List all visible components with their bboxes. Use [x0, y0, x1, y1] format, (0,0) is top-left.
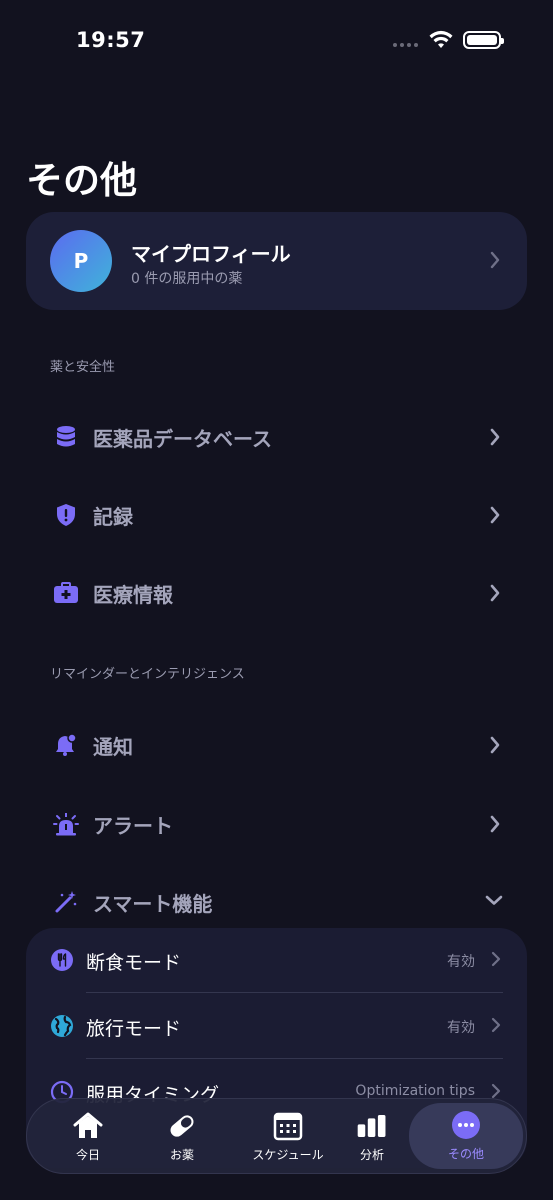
tab-label: 今日 — [75, 1148, 100, 1162]
shield-alert-icon — [52, 501, 80, 529]
menu-label: 医療情報 — [93, 583, 173, 607]
chevron-right-icon — [490, 584, 500, 602]
section-header-reminders: リマインダーとインテリジェンス — [50, 667, 245, 682]
chevron-right-icon — [490, 251, 500, 269]
menu-item-medical-info[interactable]: 医療情報 — [26, 561, 527, 621]
chevron-right-icon — [491, 951, 501, 967]
status-value: Optimization tips — [355, 1083, 475, 1099]
page-title: その他 — [26, 159, 137, 202]
chevron-down-icon — [485, 895, 503, 905]
profile-card[interactable]: P マイプロフィール 0 件の服用中の薬 — [26, 212, 527, 310]
status-bar: 19:57 — [0, 0, 553, 80]
menu-item-notifications[interactable]: 通知 — [26, 713, 527, 773]
tab-schedule[interactable]: スケジュール — [233, 1099, 343, 1175]
menu-item-smart-features[interactable]: スマート機能 — [26, 870, 527, 930]
battery-icon — [463, 31, 504, 49]
chevron-right-icon — [491, 1017, 501, 1033]
section-header-safety: 薬と安全性 — [50, 360, 116, 375]
avatar: P — [50, 230, 112, 292]
smart-item-fasting-mode[interactable]: 断食モード 有効 — [26, 928, 527, 994]
menu-label: 記録 — [93, 505, 133, 529]
more-icon — [450, 1110, 482, 1140]
smart-item-label: 旅行モード — [86, 1018, 182, 1040]
menu-label: スマート機能 — [93, 892, 213, 916]
wifi-icon — [429, 30, 453, 48]
signal-icon — [393, 43, 418, 47]
tab-label: お薬 — [169, 1148, 194, 1162]
tab-label: その他 — [447, 1147, 484, 1161]
profile-subtitle: 0 件の服用中の薬 — [131, 271, 243, 287]
alarm-light-icon — [52, 810, 80, 838]
tab-medications[interactable]: お薬 — [141, 1099, 223, 1175]
tab-label: スケジュール — [252, 1148, 324, 1162]
profile-name: マイプロフィール — [131, 242, 291, 266]
home-icon — [72, 1111, 104, 1141]
bar-chart-icon — [356, 1111, 388, 1141]
pill-icon — [166, 1111, 198, 1141]
divider — [86, 992, 503, 993]
magic-wand-icon — [52, 888, 80, 916]
utensils-icon — [51, 949, 73, 971]
menu-item-alerts[interactable]: アラート — [26, 792, 527, 852]
menu-item-drug-database[interactable]: 医薬品データベース — [26, 405, 527, 465]
chevron-right-icon — [490, 736, 500, 754]
tab-more[interactable]: その他 — [409, 1103, 523, 1169]
divider — [86, 1058, 503, 1059]
smart-item-label: 断食モード — [86, 952, 182, 974]
database-icon — [52, 423, 80, 451]
chevron-right-icon — [490, 815, 500, 833]
tab-label: 分析 — [359, 1148, 384, 1162]
globe-icon — [51, 1015, 73, 1037]
tab-bar: 今日 お薬 スケジュール 分析 その他 — [26, 1098, 527, 1174]
status-value: 有効 — [447, 1020, 475, 1036]
menu-label: 医薬品データベース — [93, 427, 272, 451]
menu-label: 通知 — [93, 735, 133, 759]
menu-item-records[interactable]: 記録 — [26, 483, 527, 543]
status-time: 19:57 — [76, 28, 146, 52]
medical-kit-icon — [52, 579, 80, 607]
calendar-icon — [272, 1111, 304, 1141]
bell-icon — [52, 731, 80, 759]
tab-analytics[interactable]: 分析 — [333, 1099, 411, 1175]
chevron-right-icon — [490, 428, 500, 446]
chevron-right-icon — [490, 506, 500, 524]
smart-item-travel-mode[interactable]: 旅行モード 有効 — [26, 994, 527, 1060]
tab-today[interactable]: 今日 — [47, 1099, 129, 1175]
status-value: 有効 — [447, 954, 475, 970]
menu-label: アラート — [93, 814, 173, 838]
